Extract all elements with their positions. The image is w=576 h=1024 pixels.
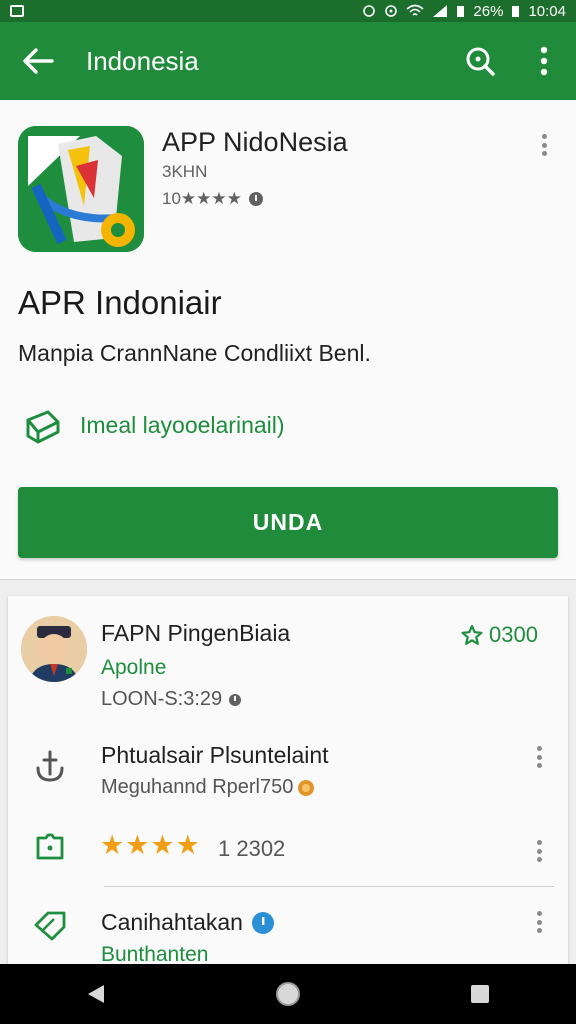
circle-home-icon xyxy=(276,982,300,1006)
item-badge: 0300 xyxy=(461,622,538,648)
verified-icon xyxy=(251,911,274,934)
square-recents-icon xyxy=(471,985,489,1003)
more-vert-icon xyxy=(540,46,548,76)
alarm-icon xyxy=(363,5,376,17)
item-more-button[interactable] xyxy=(529,742,549,772)
list-item[interactable]: ★★★★ 1 2302 xyxy=(8,816,568,886)
item-title-row: Canihahtakan xyxy=(101,909,275,936)
item-subtitle: Apolne xyxy=(101,656,167,679)
battery-icon-2 xyxy=(512,6,520,17)
item-more-button[interactable] xyxy=(529,907,549,937)
item-meta: LOON-S:3:29 xyxy=(101,688,242,711)
overflow-menu-button[interactable] xyxy=(512,22,576,100)
label-icon xyxy=(32,907,68,943)
feature-row[interactable]: Imeal layooelarinail) xyxy=(24,406,285,444)
arrow-back-icon xyxy=(23,48,54,74)
avatar xyxy=(21,616,87,682)
rating-stars: ★★★★ xyxy=(100,830,201,860)
app-name: APP NidoNesia xyxy=(162,127,348,157)
app-description: Manpia CrannNane Condliixt Benl. xyxy=(18,340,371,366)
item-meta-text: LOON-S:3:29 xyxy=(101,688,223,710)
list-item[interactable]: Phtualsair Plsuntelaint Meguhannd Rperl7… xyxy=(8,716,568,816)
back-button[interactable] xyxy=(0,22,76,100)
feature-label: Imeal layooelarinail) xyxy=(80,411,285,438)
search-icon xyxy=(466,47,495,76)
info-icon xyxy=(229,693,242,706)
box-icon xyxy=(26,410,60,444)
wifi-icon xyxy=(406,4,424,16)
triangle-back-icon xyxy=(88,985,104,1003)
nav-recents-button[interactable] xyxy=(450,964,510,1024)
app-logo[interactable] xyxy=(18,126,144,252)
sync-icon xyxy=(385,5,398,17)
install-button[interactable]: UNDA xyxy=(18,487,558,558)
app-bar-title: Indonesia xyxy=(86,45,199,76)
rating-value: 1 2302 xyxy=(218,836,286,861)
item-meta-text: Meguhannd Rperl750 xyxy=(101,776,294,798)
item-subtitle: Bunthanten xyxy=(101,943,209,966)
battery-percent: 26% xyxy=(473,2,504,20)
notification-icon xyxy=(10,5,24,17)
info-icon xyxy=(248,192,263,206)
search-button[interactable] xyxy=(448,22,512,100)
clock: 10:04 xyxy=(528,2,566,20)
item-more-button[interactable] xyxy=(529,836,549,866)
status-bar: 26% 10:04 xyxy=(0,0,576,22)
related-list-card: FAPN PingenBiaia Apolne LOON-S:3:29 0300… xyxy=(8,596,568,966)
app-more-button[interactable] xyxy=(534,130,554,160)
star-outline-icon xyxy=(461,624,483,645)
app-rating: 10★★★★ xyxy=(162,189,264,209)
app-detail-card: APP NidoNesia 3KHN 10★★★★ APR Indoniair … xyxy=(0,100,576,580)
app-logo-graphic xyxy=(18,126,144,252)
signal-icon xyxy=(433,5,448,17)
item-title: Canihahtakan xyxy=(101,909,243,935)
app-bar: Indonesia xyxy=(0,22,576,100)
nav-home-button[interactable] xyxy=(258,964,318,1024)
system-nav-bar xyxy=(0,964,576,1024)
item-badge-value: 0300 xyxy=(489,622,538,647)
item-title: FAPN PingenBiaia xyxy=(101,620,291,646)
list-item[interactable]: Canihahtakan Bunthanten xyxy=(8,887,568,966)
coin-icon xyxy=(298,779,315,796)
nav-back-button[interactable] xyxy=(66,964,126,1024)
item-title: Phtualsair Plsuntelaint xyxy=(101,742,329,768)
item-meta: Meguhannd Rperl750 xyxy=(101,776,315,799)
battery-icon xyxy=(457,6,465,17)
badge-icon xyxy=(32,828,68,864)
list-item[interactable]: FAPN PingenBiaia Apolne LOON-S:3:29 0300 xyxy=(8,596,568,716)
page-headline: APR Indoniair xyxy=(18,284,222,321)
anchor-icon xyxy=(32,748,68,784)
rating-text: 10★★★★ xyxy=(162,189,242,208)
app-developer: 3KHN xyxy=(162,162,208,181)
